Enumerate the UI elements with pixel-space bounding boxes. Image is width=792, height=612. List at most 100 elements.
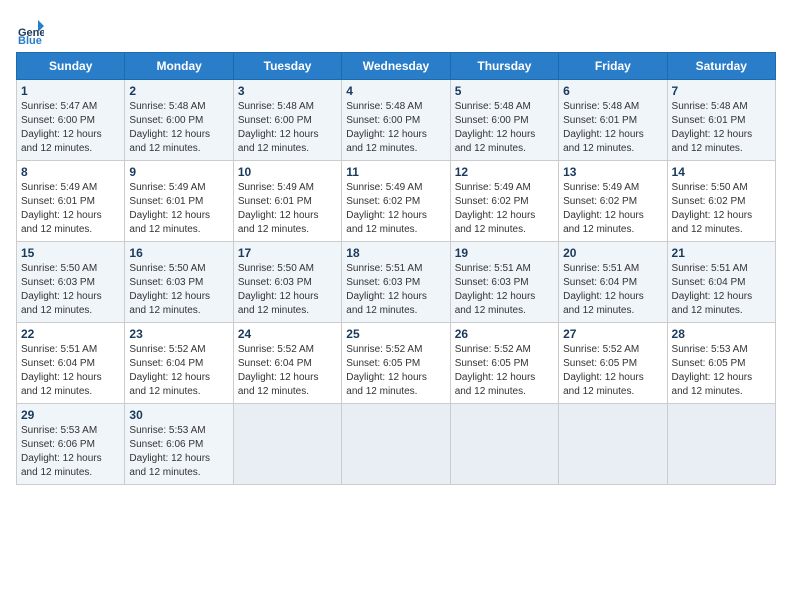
day-number: 24 [238,327,337,341]
calendar-week-2: 8 Sunrise: 5:49 AM Sunset: 6:01 PM Daylig… [17,161,776,242]
calendar-cell: 25 Sunrise: 5:52 AM Sunset: 6:05 PM Dayli… [342,323,450,404]
day-number: 7 [672,84,771,98]
day-number: 26 [455,327,554,341]
calendar-cell [233,404,341,485]
day-number: 3 [238,84,337,98]
day-number: 1 [21,84,120,98]
calendar-cell: 9 Sunrise: 5:49 AM Sunset: 6:01 PM Daylig… [125,161,233,242]
calendar-header: SundayMondayTuesdayWednesdayThursdayFrid… [17,53,776,80]
day-info: Sunrise: 5:47 AM Sunset: 6:00 PM Dayligh… [21,100,120,156]
weekday-header-monday: Monday [125,53,233,80]
day-info: Sunrise: 5:48 AM Sunset: 6:00 PM Dayligh… [129,100,228,156]
weekday-row: SundayMondayTuesdayWednesdayThursdayFrid… [17,53,776,80]
calendar-week-4: 22 Sunrise: 5:51 AM Sunset: 6:04 PM Dayli… [17,323,776,404]
day-info: Sunrise: 5:48 AM Sunset: 6:00 PM Dayligh… [238,100,337,156]
day-number: 18 [346,246,445,260]
day-info: Sunrise: 5:53 AM Sunset: 6:05 PM Dayligh… [672,343,771,399]
calendar-cell: 19Sunrise: 5:51 AM Sunset: 6:03 PM Dayli… [450,242,558,323]
logo-icon: General Blue [16,16,44,44]
day-number: 23 [129,327,228,341]
page-header: General Blue [16,16,776,44]
day-info: Sunrise: 5:48 AM Sunset: 6:01 PM Dayligh… [672,100,771,156]
day-number: 14 [672,165,771,179]
calendar-cell: 5 Sunrise: 5:48 AM Sunset: 6:00 PM Daylig… [450,80,558,161]
calendar-cell: 11Sunrise: 5:49 AM Sunset: 6:02 PM Dayli… [342,161,450,242]
day-info: Sunrise: 5:49 AM Sunset: 6:02 PM Dayligh… [563,181,662,237]
logo: General Blue [16,16,48,44]
day-info: Sunrise: 5:51 AM Sunset: 6:04 PM Dayligh… [672,262,771,318]
weekday-header-friday: Friday [559,53,667,80]
day-number: 13 [563,165,662,179]
day-number: 16 [129,246,228,260]
calendar-cell: 29Sunrise: 5:53 AM Sunset: 6:06 PM Dayli… [17,404,125,485]
day-number: 9 [129,165,228,179]
calendar-cell: 27 Sunrise: 5:52 AM Sunset: 6:05 PM Dayli… [559,323,667,404]
day-number: 21 [672,246,771,260]
calendar-cell: 15Sunrise: 5:50 AM Sunset: 6:03 PM Dayli… [17,242,125,323]
day-info: Sunrise: 5:51 AM Sunset: 6:04 PM Dayligh… [563,262,662,318]
day-number: 5 [455,84,554,98]
day-number: 28 [672,327,771,341]
day-info: Sunrise: 5:52 AM Sunset: 6:04 PM Dayligh… [129,343,228,399]
day-info: Sunrise: 5:52 AM Sunset: 6:05 PM Dayligh… [346,343,445,399]
day-info: Sunrise: 5:48 AM Sunset: 6:00 PM Dayligh… [455,100,554,156]
day-info: Sunrise: 5:50 AM Sunset: 6:03 PM Dayligh… [129,262,228,318]
calendar-cell: 17Sunrise: 5:50 AM Sunset: 6:03 PM Dayli… [233,242,341,323]
calendar-cell: 1 Sunrise: 5:47 AM Sunset: 6:00 PM Daylig… [17,80,125,161]
day-info: Sunrise: 5:49 AM Sunset: 6:01 PM Dayligh… [129,181,228,237]
calendar-cell: 20 Sunrise: 5:51 AM Sunset: 6:04 PM Dayli… [559,242,667,323]
calendar-cell: 22 Sunrise: 5:51 AM Sunset: 6:04 PM Dayli… [17,323,125,404]
day-info: Sunrise: 5:52 AM Sunset: 6:05 PM Dayligh… [563,343,662,399]
weekday-header-wednesday: Wednesday [342,53,450,80]
calendar-table: SundayMondayTuesdayWednesdayThursdayFrid… [16,52,776,485]
day-number: 30 [129,408,228,422]
day-info: Sunrise: 5:49 AM Sunset: 6:01 PM Dayligh… [21,181,120,237]
calendar-cell: 21 Sunrise: 5:51 AM Sunset: 6:04 PM Dayli… [667,242,775,323]
calendar-cell: 13 Sunrise: 5:49 AM Sunset: 6:02 PM Dayli… [559,161,667,242]
day-number: 4 [346,84,445,98]
weekday-header-saturday: Saturday [667,53,775,80]
day-number: 15 [21,246,120,260]
calendar-cell: 14 Sunrise: 5:50 AM Sunset: 6:02 PM Dayli… [667,161,775,242]
day-number: 22 [21,327,120,341]
day-info: Sunrise: 5:50 AM Sunset: 6:02 PM Dayligh… [672,181,771,237]
day-number: 27 [563,327,662,341]
day-number: 8 [21,165,120,179]
calendar-cell: 16 Sunrise: 5:50 AM Sunset: 6:03 PM Dayli… [125,242,233,323]
calendar-week-1: 1 Sunrise: 5:47 AM Sunset: 6:00 PM Daylig… [17,80,776,161]
calendar-week-5: 29Sunrise: 5:53 AM Sunset: 6:06 PM Dayli… [17,404,776,485]
day-info: Sunrise: 5:49 AM Sunset: 6:02 PM Dayligh… [455,181,554,237]
day-info: Sunrise: 5:51 AM Sunset: 6:03 PM Dayligh… [455,262,554,318]
calendar-cell: 10Sunrise: 5:49 AM Sunset: 6:01 PM Dayli… [233,161,341,242]
day-number: 12 [455,165,554,179]
day-info: Sunrise: 5:49 AM Sunset: 6:01 PM Dayligh… [238,181,337,237]
calendar-cell: 28 Sunrise: 5:53 AM Sunset: 6:05 PM Dayli… [667,323,775,404]
day-info: Sunrise: 5:50 AM Sunset: 6:03 PM Dayligh… [238,262,337,318]
calendar-cell: 8 Sunrise: 5:49 AM Sunset: 6:01 PM Daylig… [17,161,125,242]
calendar-cell [342,404,450,485]
svg-text:Blue: Blue [18,35,42,44]
day-info: Sunrise: 5:48 AM Sunset: 6:00 PM Dayligh… [346,100,445,156]
calendar-cell [667,404,775,485]
calendar-cell: 3 Sunrise: 5:48 AM Sunset: 6:00 PM Daylig… [233,80,341,161]
day-number: 20 [563,246,662,260]
day-info: Sunrise: 5:52 AM Sunset: 6:04 PM Dayligh… [238,343,337,399]
weekday-header-thursday: Thursday [450,53,558,80]
calendar-cell [559,404,667,485]
weekday-header-tuesday: Tuesday [233,53,341,80]
calendar-cell: 6Sunrise: 5:48 AM Sunset: 6:01 PM Daylig… [559,80,667,161]
day-info: Sunrise: 5:51 AM Sunset: 6:04 PM Dayligh… [21,343,120,399]
calendar-cell: 4 Sunrise: 5:48 AM Sunset: 6:00 PM Daylig… [342,80,450,161]
calendar-cell: 18 Sunrise: 5:51 AM Sunset: 6:03 PM Dayli… [342,242,450,323]
calendar-cell [450,404,558,485]
day-info: Sunrise: 5:53 AM Sunset: 6:06 PM Dayligh… [129,424,228,480]
calendar-cell: 23 Sunrise: 5:52 AM Sunset: 6:04 PM Dayli… [125,323,233,404]
day-info: Sunrise: 5:48 AM Sunset: 6:01 PM Dayligh… [563,100,662,156]
calendar-week-3: 15 Sunrise: 5:50 AM Sunset: 6:03 PM Dayli… [17,242,776,323]
day-number: 11 [346,165,445,179]
day-info: Sunrise: 5:51 AM Sunset: 6:03 PM Dayligh… [346,262,445,318]
day-number: 2 [129,84,228,98]
day-number: 25 [346,327,445,341]
calendar-body: 1 Sunrise: 5:47 AM Sunset: 6:00 PM Daylig… [17,80,776,485]
calendar-cell: 26Sunrise: 5:52 AM Sunset: 6:05 PM Dayli… [450,323,558,404]
